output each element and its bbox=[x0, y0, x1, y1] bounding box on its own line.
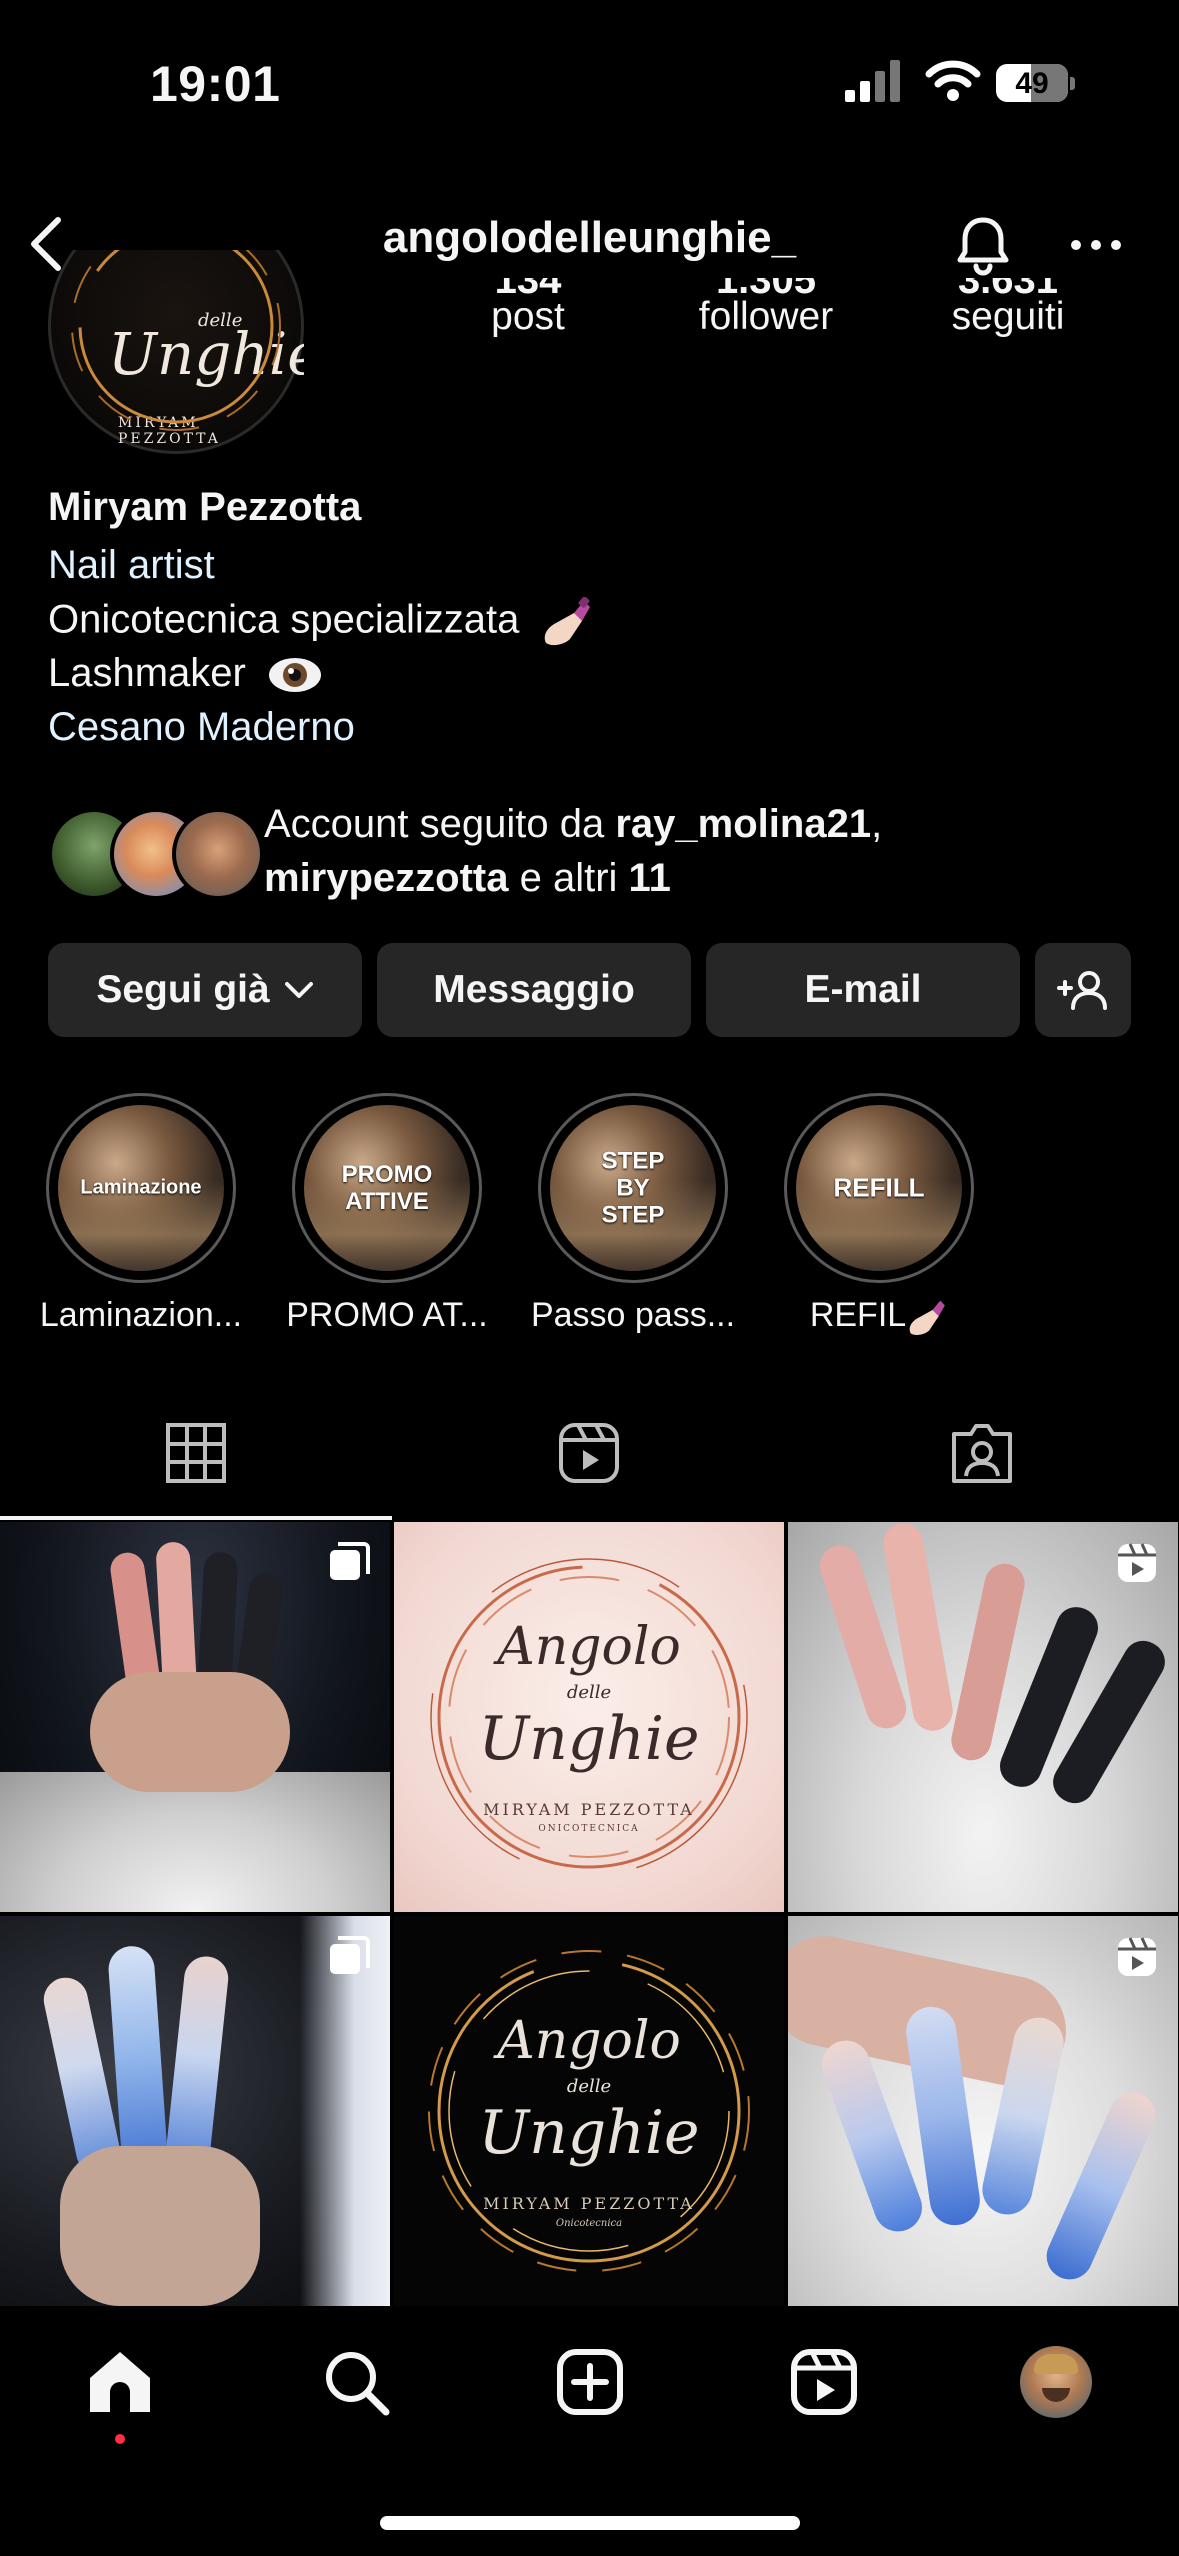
post-logo-small: delle bbox=[566, 1682, 612, 1703]
post-logo-subtitle2: Onicotecnica bbox=[555, 2218, 623, 2229]
reel-icon bbox=[1118, 1543, 1156, 1582]
active-tab-indicator bbox=[0, 1516, 392, 1520]
status-time: 19:01 bbox=[150, 56, 281, 112]
post-logo-script: Angolo bbox=[497, 1617, 681, 1677]
post-1[interactable] bbox=[0, 1522, 390, 1912]
email-button[interactable]: E-mail bbox=[706, 943, 1020, 1037]
highlight-cover-text: REFILL bbox=[833, 1172, 925, 1203]
post-3[interactable] bbox=[788, 1522, 1178, 1912]
highlight-cover-text: PROMO ATTIVE bbox=[341, 1161, 433, 1215]
nail-polish-icon bbox=[545, 597, 591, 646]
highlight-cover-text: Laminazione bbox=[80, 1176, 202, 1199]
stat-posts-label[interactable]: post bbox=[418, 295, 638, 339]
notification-dot bbox=[115, 2434, 125, 2444]
stat-followers-value: 1.305 bbox=[656, 278, 876, 296]
bio-line-text: Lashmaker bbox=[48, 651, 246, 695]
highlight-label-promo[interactable]: PROMO AT... bbox=[267, 1296, 507, 1335]
post-logo-main: Unghie bbox=[478, 1704, 700, 1774]
carousel-icon bbox=[330, 1936, 370, 1974]
bio-line-lashmaker: Lashmaker bbox=[48, 651, 323, 696]
cellular-signal-icon bbox=[845, 60, 900, 102]
tagged-icon[interactable] bbox=[949, 1420, 1015, 1486]
stat-following-label[interactable]: seguiti bbox=[898, 295, 1118, 339]
highlight-label-refill[interactable]: REFIL bbox=[759, 1296, 999, 1337]
message-button-label: Messaggio bbox=[433, 968, 635, 1011]
stat-posts-value: 134 bbox=[418, 278, 638, 296]
add-person-icon bbox=[1057, 971, 1107, 1010]
bio-line-text: Onicotecnica specializzata bbox=[48, 597, 520, 642]
post-6[interactable] bbox=[788, 1916, 1178, 2306]
post-logo-subtitle2: ONICOTECNICA bbox=[538, 1824, 640, 1834]
grid-icon[interactable] bbox=[163, 1420, 229, 1486]
highlight-cover-text: STEP BY STEP bbox=[601, 1147, 665, 1229]
post-logo-script: Angolo bbox=[497, 2011, 681, 2071]
message-button[interactable]: Messaggio bbox=[377, 943, 691, 1037]
stat-following-value: 3.631 bbox=[898, 278, 1118, 296]
battery-indicator: 49 bbox=[996, 64, 1076, 104]
home-indicator bbox=[380, 2516, 800, 2530]
profile-name: Miryam Pezzotta bbox=[48, 485, 362, 529]
highlight-step-by-step[interactable]: STEP BY STEP bbox=[538, 1093, 728, 1283]
reel-icon bbox=[1118, 1937, 1156, 1976]
stat-followers-label[interactable]: follower bbox=[656, 295, 876, 339]
post-logo-main: Unghie bbox=[478, 2098, 700, 2168]
carousel-icon bbox=[330, 1542, 370, 1580]
wifi-icon bbox=[925, 60, 981, 101]
eye-icon bbox=[269, 658, 321, 693]
highlight-laminazione[interactable]: Laminazione bbox=[46, 1093, 236, 1283]
nail-polish-icon bbox=[909, 1300, 946, 1335]
highlight-refill[interactable]: REFILL bbox=[784, 1093, 974, 1283]
post-4[interactable] bbox=[0, 1916, 390, 2306]
notification-bell-icon[interactable] bbox=[950, 212, 1016, 278]
bio-category[interactable]: Nail artist bbox=[48, 543, 215, 588]
highlight-label-laminazione[interactable]: Laminazion... bbox=[21, 1296, 261, 1335]
post-2[interactable]: Angolo delle Unghie MIRYAM PEZZOTTA ONIC… bbox=[394, 1522, 784, 1912]
profile-nav-avatar[interactable] bbox=[1020, 2346, 1092, 2418]
post-5[interactable]: Angolo delle Unghie MIRYAM PEZZOTTA Onic… bbox=[394, 1916, 784, 2306]
followed-by-text[interactable]: Account seguito da ray_molina21, mirypez… bbox=[264, 797, 1164, 905]
email-button-label: E-mail bbox=[804, 968, 922, 1011]
suggested-users-button[interactable] bbox=[1035, 943, 1131, 1037]
profile-avatar[interactable]: delle Unghie MIRYAM PEZZOTTA bbox=[48, 250, 304, 456]
highlight-label-passo[interactable]: Passo pass... bbox=[513, 1296, 753, 1335]
post-logo-subtitle: MIRYAM PEZZOTTA bbox=[483, 2194, 695, 2213]
highlight-promo-attive[interactable]: PROMO ATTIVE bbox=[292, 1093, 482, 1283]
more-options-icon[interactable] bbox=[1068, 233, 1124, 257]
bio-line-specialization: Onicotecnica specializzata bbox=[48, 597, 594, 647]
search-icon[interactable] bbox=[320, 2346, 392, 2418]
follower-avatar-3[interactable] bbox=[172, 808, 264, 900]
reels-nav-icon[interactable] bbox=[788, 2346, 860, 2418]
reels-icon[interactable] bbox=[556, 1420, 622, 1486]
bio-location-link[interactable]: Cesano Maderno bbox=[48, 705, 355, 750]
chevron-down-icon bbox=[284, 982, 313, 998]
post-logo-small: delle bbox=[566, 2076, 612, 2097]
post-logo-subtitle: MIRYAM PEZZOTTA bbox=[483, 1800, 695, 1819]
create-post-icon[interactable] bbox=[554, 2346, 626, 2418]
username-text[interactable]: angolodelleunghie_ bbox=[383, 213, 796, 262]
following-button-label: Segui già bbox=[96, 968, 270, 1011]
following-button[interactable]: Segui già bbox=[48, 943, 362, 1037]
battery-percent: 49 bbox=[1015, 67, 1049, 100]
home-icon[interactable] bbox=[84, 2346, 156, 2418]
